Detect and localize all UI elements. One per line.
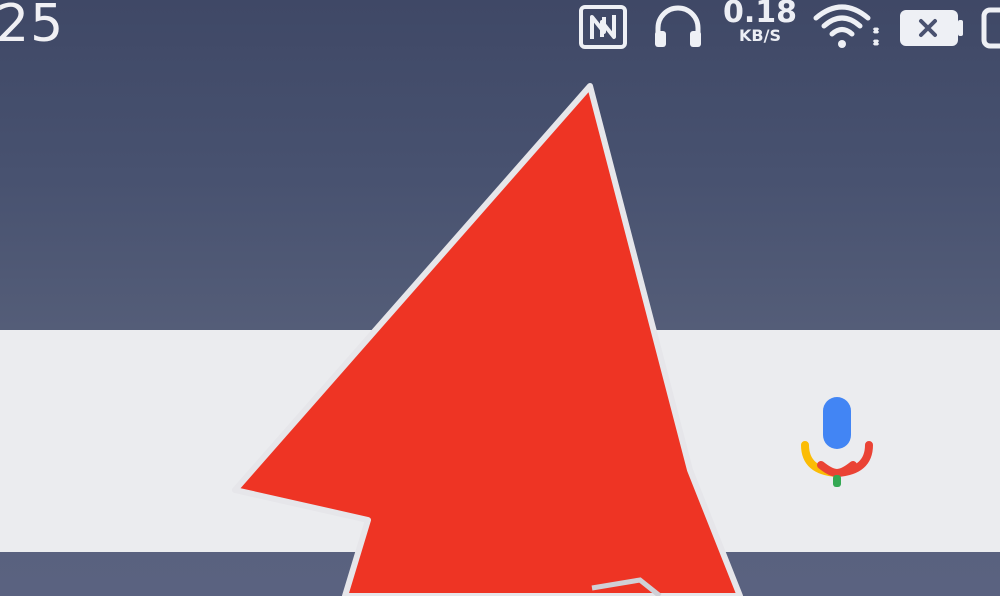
network-speed-unit: KB/S xyxy=(739,26,781,45)
battery-icon xyxy=(900,10,963,46)
wifi-icon xyxy=(813,4,880,48)
phone-screen: 25 0.18 KB/S xyxy=(0,0,1000,596)
network-speed: 0.18 KB/S xyxy=(722,0,798,44)
status-icon-partial xyxy=(981,7,1000,49)
headphone-icon xyxy=(655,5,701,47)
microphone-icon[interactable] xyxy=(795,395,879,493)
nfc-icon xyxy=(579,5,627,49)
search-bar[interactable] xyxy=(0,330,1000,552)
status-clock: 25 xyxy=(0,0,65,54)
status-bar: 25 0.18 KB/S xyxy=(0,0,1000,60)
